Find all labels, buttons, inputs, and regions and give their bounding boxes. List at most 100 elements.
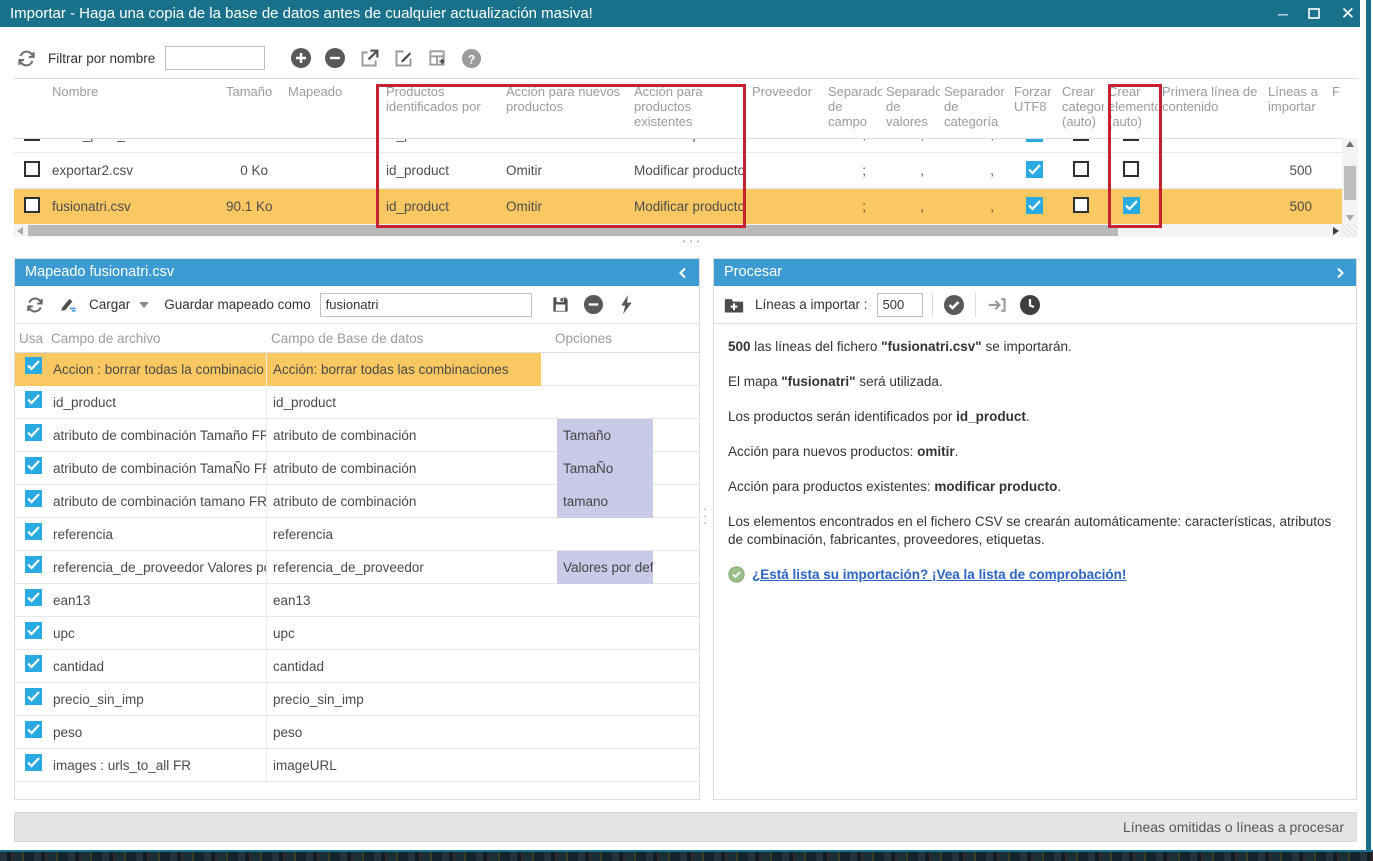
create_cat-checkbox[interactable]: [1073, 161, 1089, 177]
utf8-checkbox[interactable]: [1026, 161, 1043, 178]
cell-option[interactable]: [557, 716, 653, 749]
titlebar[interactable]: Importar - Haga una copia de la base de …: [0, 0, 1360, 27]
cell-option[interactable]: Valores por defecto: [557, 551, 653, 584]
cell-option[interactable]: Tamaño: [557, 419, 653, 452]
mapping-row[interactable]: images : urls_to_all FRimageURL: [15, 749, 699, 782]
column-header[interactable]: Mapeado: [284, 79, 382, 138]
checklist-link[interactable]: ¿Está lista su importación? ¡Vea la list…: [752, 567, 1126, 582]
mapping-row[interactable]: ean13ean13: [15, 584, 699, 617]
row-select-checkbox[interactable]: [24, 139, 40, 141]
column-header[interactable]: Proveedor: [748, 79, 824, 138]
mapping-row[interactable]: pesopeso: [15, 716, 699, 749]
cell-option[interactable]: [557, 584, 653, 617]
create_elem-checkbox[interactable]: [1123, 139, 1139, 141]
remove-icon[interactable]: [582, 293, 606, 317]
lines-input[interactable]: [877, 293, 923, 317]
usa-checkbox[interactable]: [25, 589, 42, 606]
minimize-icon[interactable]: ─: [1278, 6, 1288, 22]
mapping-row[interactable]: Accion : borrar todas la combinacioAcció…: [15, 353, 699, 386]
cell-option[interactable]: [557, 650, 653, 683]
mapping-row[interactable]: atributo de combinación tamano FRatribut…: [15, 485, 699, 518]
file-row[interactable]: fusionatri.csv90.1 Koid_productOmitirMod…: [14, 189, 1358, 225]
create_cat-checkbox[interactable]: [1073, 139, 1089, 141]
cell-option[interactable]: [557, 353, 653, 386]
close-icon[interactable]: ✕: [1341, 4, 1355, 24]
row-select-checkbox[interactable]: [24, 161, 40, 177]
utf8-checkbox[interactable]: [1026, 197, 1043, 214]
process-panel-header[interactable]: Procesar: [714, 259, 1356, 286]
cell-option[interactable]: tamano: [557, 485, 653, 518]
refresh-icon[interactable]: [23, 293, 47, 317]
cell-option[interactable]: [557, 749, 653, 782]
hscroll-thumb[interactable]: [28, 225, 1118, 236]
column-header[interactable]: Acción para productos existentes: [630, 79, 748, 138]
chevron-right-icon[interactable]: [1334, 267, 1346, 279]
load-mapping-icon[interactable]: [56, 293, 80, 317]
mapping-row[interactable]: id_productid_product: [15, 386, 699, 419]
create_cat-checkbox[interactable]: [1073, 197, 1089, 213]
edit-icon[interactable]: [391, 46, 415, 70]
usa-checkbox[interactable]: [25, 622, 42, 639]
create_elem-checkbox[interactable]: [1123, 197, 1140, 214]
column-header[interactable]: Crear categorías (auto): [1058, 79, 1104, 138]
column-header[interactable]: Separador de categoría: [940, 79, 1010, 138]
column-header[interactable]: Separado de campo: [824, 79, 882, 138]
usa-checkbox[interactable]: [25, 556, 42, 573]
mapping-panel-header[interactable]: Mapeado fusionatri.csv: [15, 259, 699, 286]
import-icon[interactable]: [985, 293, 1009, 317]
caret-down-icon[interactable]: [139, 301, 149, 309]
column-header[interactable]: Nombre: [48, 79, 222, 138]
create_elem-checkbox[interactable]: [1123, 161, 1139, 177]
remove-icon[interactable]: [323, 46, 347, 70]
column-header[interactable]: Primera línea de contenido: [1158, 79, 1264, 138]
mapping-row[interactable]: precio_sin_impprecio_sin_imp: [15, 683, 699, 716]
column-header[interactable]: Separado de valores: [882, 79, 940, 138]
lightning-icon[interactable]: [615, 293, 639, 317]
vscroll-thumb[interactable]: [1344, 166, 1356, 200]
cargar-button[interactable]: Cargar: [89, 297, 130, 312]
mapping-row[interactable]: atributo de combinación TamaÑo FRatribut…: [15, 452, 699, 485]
column-header[interactable]: Crear elementos (auto): [1104, 79, 1158, 138]
cell-option[interactable]: [557, 617, 653, 650]
row-select-checkbox[interactable]: [24, 197, 40, 213]
maximize-icon[interactable]: [1308, 7, 1321, 20]
column-header[interactable]: Productos identificados por: [382, 79, 502, 138]
help-icon[interactable]: ?: [459, 46, 483, 70]
cell-option[interactable]: [557, 683, 653, 716]
utf8-checkbox[interactable]: [1026, 139, 1043, 142]
refresh-icon[interactable]: [14, 46, 38, 70]
usa-checkbox[interactable]: [25, 655, 42, 672]
column-header[interactable]: Tamaño: [222, 79, 284, 138]
mapping-row[interactable]: referenciareferencia: [15, 518, 699, 551]
add-icon[interactable]: [289, 46, 313, 70]
save-as-input[interactable]: [320, 293, 532, 317]
column-header[interactable]: [14, 79, 48, 138]
save-view-icon[interactable]: [425, 46, 449, 70]
vertical-splitter[interactable]: ···: [699, 505, 711, 545]
usa-checkbox[interactable]: [25, 357, 42, 374]
mapping-row[interactable]: cantidadcantidad: [15, 650, 699, 683]
usa-checkbox[interactable]: [25, 754, 42, 771]
cell-option[interactable]: TamaÑo: [557, 452, 653, 485]
column-header[interactable]: F: [1328, 79, 1342, 138]
usa-checkbox[interactable]: [25, 490, 42, 507]
usa-checkbox[interactable]: [25, 391, 42, 408]
usa-checkbox[interactable]: [25, 721, 42, 738]
open-external-icon[interactable]: [357, 46, 381, 70]
check-circle-icon[interactable]: [942, 293, 966, 317]
usa-checkbox[interactable]: [25, 523, 42, 540]
cell-option[interactable]: [557, 386, 653, 419]
save-icon[interactable]: [549, 293, 573, 317]
usa-checkbox[interactable]: [25, 457, 42, 474]
file-row[interactable]: crear_prod_csv.csv0.4 Koid_productOmitir…: [14, 139, 1358, 153]
column-header[interactable]: Acción para nuevos productos: [502, 79, 630, 138]
mapping-row[interactable]: referencia_de_proveedor Valores por defe…: [15, 551, 699, 584]
chevron-left-icon[interactable]: [677, 267, 689, 279]
folder-plus-icon[interactable]: [722, 293, 746, 317]
cell-option[interactable]: [557, 518, 653, 551]
column-header[interactable]: Líneas a importar: [1264, 79, 1328, 138]
clock-icon[interactable]: [1018, 293, 1042, 317]
column-header[interactable]: Forzar UTF8: [1010, 79, 1058, 138]
usa-checkbox[interactable]: [25, 688, 42, 705]
file-row[interactable]: exportar2.csv0 Koid_productOmitirModific…: [14, 153, 1358, 189]
